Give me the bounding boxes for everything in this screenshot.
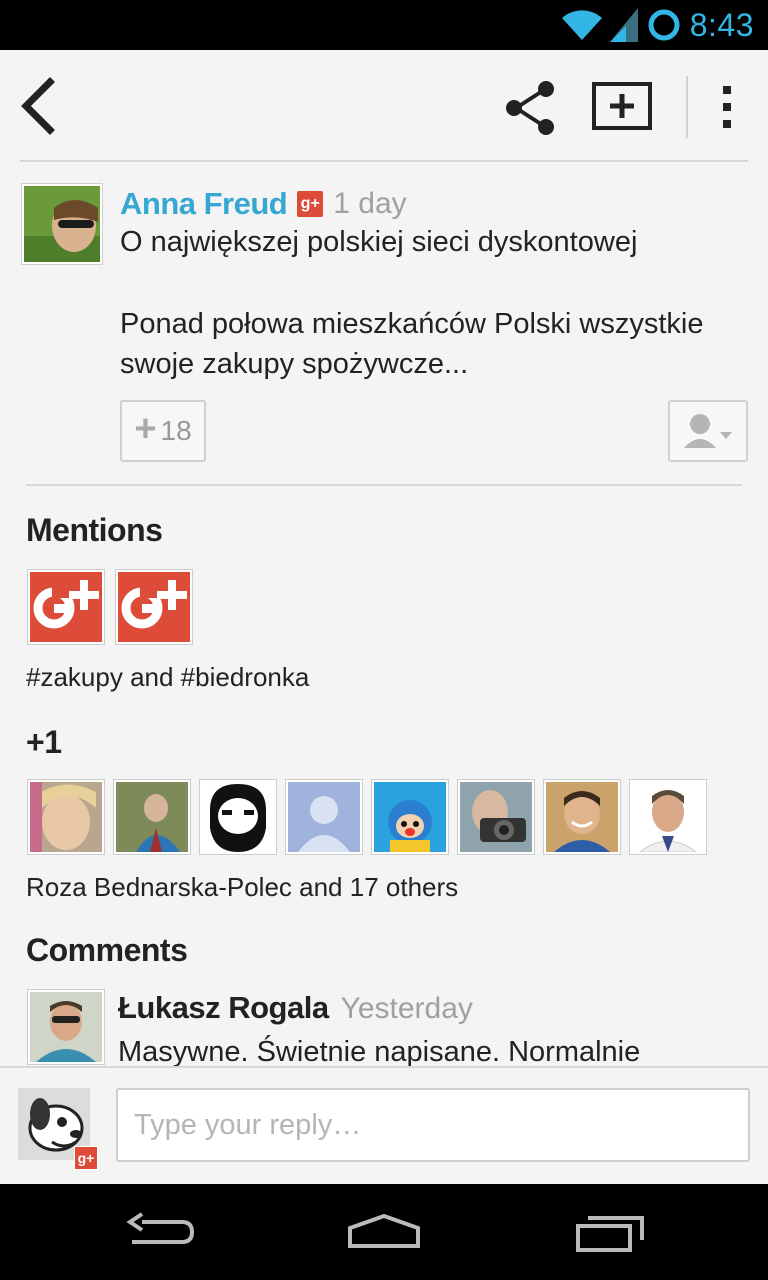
- back-nav-icon[interactable]: [120, 1206, 200, 1258]
- post-timestamp: 1 day: [333, 187, 407, 220]
- default-avatar-icon[interactable]: [286, 780, 362, 854]
- comment-header: Łukasz Rogala Yesterday: [118, 990, 473, 1026]
- action-bar: [0, 50, 768, 162]
- plus-ones-caption[interactable]: Roza Bednarska-Polec and 17 others: [26, 872, 458, 903]
- share-icon[interactable]: [500, 78, 562, 138]
- author-line: Anna Freud g+ 1 day: [120, 184, 407, 224]
- author-avatar[interactable]: [22, 184, 102, 264]
- commenter-avatar[interactable]: [28, 990, 104, 1064]
- google-plus-badge-icon: g+: [74, 1146, 98, 1170]
- author-name[interactable]: Anna Freud: [120, 186, 288, 222]
- post-body[interactable]: Ponad połowa mieszkańców Polski wszystki…: [120, 304, 740, 384]
- divider: [26, 484, 742, 486]
- comment-timestamp: Yesterday: [340, 992, 473, 1025]
- status-icons: 8:43: [561, 6, 754, 44]
- comment-author[interactable]: Łukasz Rogala: [118, 990, 329, 1026]
- hashtag-mention-icon[interactable]: [28, 570, 104, 644]
- hashtag-mention-icon[interactable]: [116, 570, 192, 644]
- status-bar: 8:43: [0, 0, 768, 50]
- plus-icon: +: [134, 407, 157, 450]
- cell-signal-icon: [609, 8, 638, 42]
- add-person-button[interactable]: [668, 400, 748, 462]
- action-bar-divider: [686, 76, 688, 138]
- plus-one-avatar[interactable]: [114, 780, 190, 854]
- navigation-bar: [0, 1184, 768, 1280]
- reply-input[interactable]: [116, 1088, 750, 1162]
- back-icon[interactable]: [14, 76, 64, 136]
- home-nav-icon[interactable]: [344, 1206, 424, 1258]
- comments-heading: Comments: [26, 932, 188, 968]
- plus-one-button[interactable]: + 18: [120, 400, 206, 462]
- clock: 8:43: [689, 6, 754, 43]
- plus-one-avatar[interactable]: [200, 780, 276, 854]
- plus-one-avatar[interactable]: [372, 780, 448, 854]
- comment-text: Masywne. Świetnie napisane. Normalnie: [118, 1036, 641, 1068]
- person-dropdown-icon: [684, 414, 732, 448]
- plus-one-avatar[interactable]: [458, 780, 534, 854]
- mentions-caption[interactable]: #zakupy and #biedronka: [26, 662, 309, 693]
- sync-icon: [648, 9, 680, 41]
- reply-bar: g+: [0, 1066, 768, 1184]
- plus-one-avatar[interactable]: [28, 780, 104, 854]
- post-title[interactable]: O największej polskiej sieci dyskontowej: [120, 226, 637, 259]
- plus-ones-heading: +1: [26, 724, 62, 760]
- recent-apps-nav-icon[interactable]: [572, 1206, 652, 1258]
- divider: [20, 160, 748, 162]
- plus-one-avatar[interactable]: [544, 780, 620, 854]
- wifi-icon: [561, 10, 602, 40]
- plus-ones-list: [28, 780, 706, 854]
- mentions-list: [28, 570, 192, 644]
- plus-one-avatar[interactable]: [630, 780, 706, 854]
- add-to-circle-icon[interactable]: [590, 80, 658, 134]
- google-plus-badge-icon: g+: [297, 191, 324, 217]
- overflow-menu-icon[interactable]: [708, 80, 748, 134]
- mentions-heading: Mentions: [26, 512, 163, 548]
- plus-one-count: 18: [160, 415, 192, 446]
